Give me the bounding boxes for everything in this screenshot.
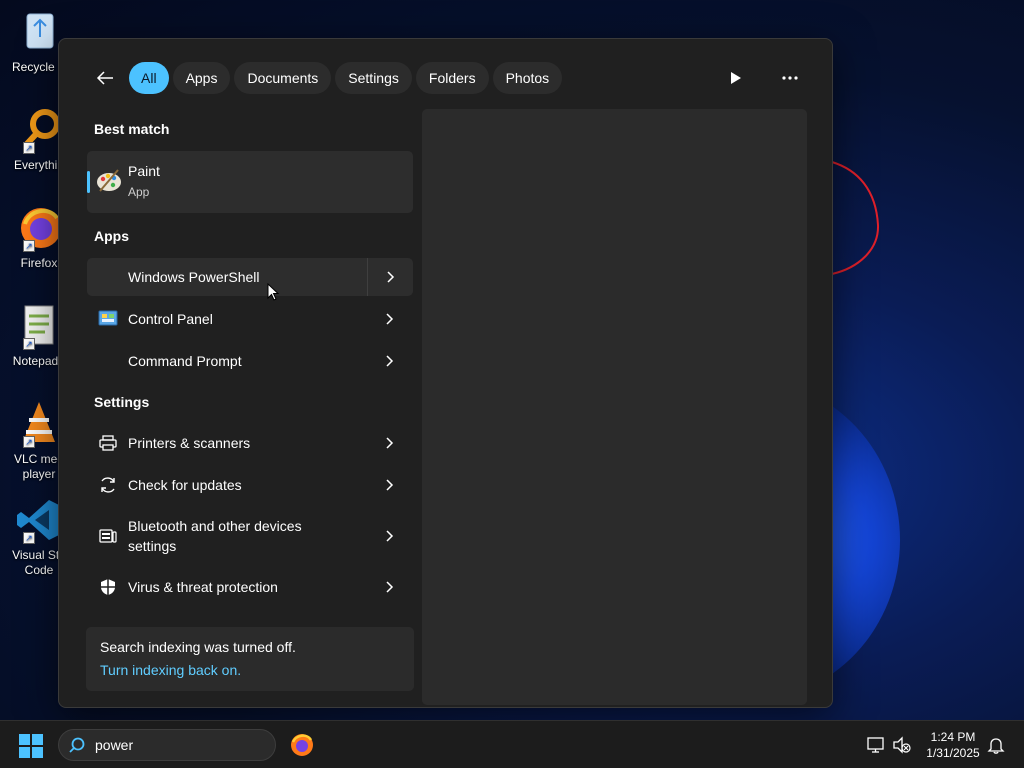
more-dots-icon — [782, 76, 798, 80]
result-label: Virus & threat protection — [128, 579, 278, 595]
settings-heading: Settings — [94, 394, 150, 410]
chevron-right-icon — [386, 271, 394, 283]
result-windows-powershell[interactable]: Windows PowerShell — [87, 258, 413, 296]
shortcut-arrow-icon: ↗ — [23, 142, 35, 154]
result-virus-threat-protection[interactable]: Virus & threat protection — [87, 568, 413, 606]
expand-button[interactable] — [367, 466, 413, 504]
indexing-message: Search indexing was turned off. — [100, 639, 296, 655]
result-bluetooth-devices[interactable]: Bluetooth and other devices settings — [87, 508, 413, 564]
panel-actions — [718, 61, 808, 95]
play-icon — [731, 72, 741, 84]
search-input[interactable] — [95, 737, 255, 753]
turn-indexing-on-link[interactable]: Turn indexing back on. — [100, 662, 400, 678]
taskbar: 1:24 PM 1/31/2025 — [0, 720, 1024, 768]
result-label: Check for updates — [128, 477, 242, 493]
desktop-icon-label: Everythin — [13, 158, 65, 172]
result-label: Control Panel — [128, 311, 213, 327]
chevron-right-icon — [386, 479, 394, 491]
vscode-icon: ↗ — [15, 496, 63, 544]
filter-chip-all[interactable]: All — [129, 62, 169, 94]
notepad-plus-plus-icon: ↗ — [15, 302, 63, 350]
search-icon — [59, 737, 95, 753]
back-button[interactable] — [87, 61, 123, 95]
best-match-result[interactable]: Paint App — [87, 151, 413, 213]
result-printers-scanners[interactable]: Printers & scanners — [87, 424, 413, 462]
vlc-icon: ↗ — [15, 400, 63, 448]
result-label: Printers & scanners — [128, 435, 251, 451]
expand-button[interactable] — [367, 342, 413, 380]
everything-search-icon: ↗ — [15, 106, 63, 154]
control-panel-icon — [87, 300, 128, 338]
chevron-right-icon — [386, 355, 394, 367]
result-preview-pane — [422, 109, 807, 705]
best-match-name: Paint — [128, 163, 160, 179]
desktop-icon-label: Firefox — [20, 256, 58, 270]
firefox-icon — [291, 734, 313, 756]
best-match-heading: Best match — [94, 121, 170, 137]
arrow-left-icon — [96, 71, 113, 85]
filter-chip-documents[interactable]: Documents — [234, 62, 332, 94]
clock-time: 1:24 PM — [930, 730, 976, 744]
printer-icon — [87, 424, 128, 462]
result-control-panel[interactable]: Control Panel — [87, 300, 413, 338]
start-button[interactable] — [18, 733, 44, 759]
expand-button[interactable] — [367, 424, 413, 462]
chevron-right-icon — [386, 437, 394, 449]
expand-button[interactable] — [367, 300, 413, 338]
command-prompt-icon — [87, 342, 128, 380]
play-button[interactable] — [718, 61, 754, 95]
paint-icon — [96, 167, 122, 198]
mouse-cursor-icon — [267, 283, 280, 301]
devices-icon — [87, 508, 128, 564]
refresh-icon — [87, 466, 128, 504]
shortcut-arrow-icon: ↗ — [23, 240, 35, 252]
shortcut-arrow-icon: ↗ — [23, 436, 35, 448]
volume-muted-icon[interactable] — [892, 735, 912, 755]
windows-logo-icon — [19, 734, 43, 758]
taskbar-firefox-button[interactable] — [289, 732, 315, 758]
search-filter-bar: All Apps Documents Settings Folders Phot… — [87, 61, 563, 95]
filter-chip-photos[interactable]: Photos — [492, 62, 563, 94]
search-panel: All Apps Documents Settings Folders Phot… — [58, 38, 833, 708]
notifications-bell-icon[interactable] — [986, 735, 1006, 755]
result-command-prompt[interactable]: Command Prompt — [87, 342, 413, 380]
result-check-for-updates[interactable]: Check for updates — [87, 466, 413, 504]
powershell-icon — [87, 258, 128, 296]
result-label: Bluetooth and other devices settings — [128, 518, 302, 554]
best-match-type: App — [128, 185, 150, 199]
shield-icon — [87, 568, 128, 606]
filter-chip-apps[interactable]: Apps — [172, 62, 231, 94]
filter-chip-folders[interactable]: Folders — [415, 62, 489, 94]
expand-button[interactable] — [367, 568, 413, 606]
taskbar-search-box[interactable] — [58, 729, 276, 761]
more-options-button[interactable] — [772, 61, 808, 95]
system-clock[interactable]: 1:24 PM 1/31/2025 — [918, 729, 988, 761]
apps-heading: Apps — [94, 228, 129, 244]
chevron-right-icon — [386, 313, 394, 325]
indexing-notice: Search indexing was turned off. Turn ind… — [86, 627, 414, 691]
clock-date: 1/31/2025 — [926, 746, 980, 760]
shortcut-arrow-icon: ↗ — [23, 338, 35, 350]
selection-indicator — [87, 171, 90, 193]
result-label: Command Prompt — [128, 353, 242, 369]
result-label: Windows PowerShell — [128, 269, 260, 285]
filter-chip-settings[interactable]: Settings — [335, 62, 412, 94]
chevron-right-icon — [386, 581, 394, 593]
firefox-icon: ↗ — [15, 204, 63, 252]
chevron-right-icon — [386, 530, 394, 542]
expand-button[interactable] — [367, 258, 413, 296]
network-icon[interactable] — [866, 735, 886, 755]
expand-button[interactable] — [367, 508, 413, 564]
recycle-bin-icon — [15, 8, 63, 56]
shortcut-arrow-icon: ↗ — [23, 532, 35, 544]
